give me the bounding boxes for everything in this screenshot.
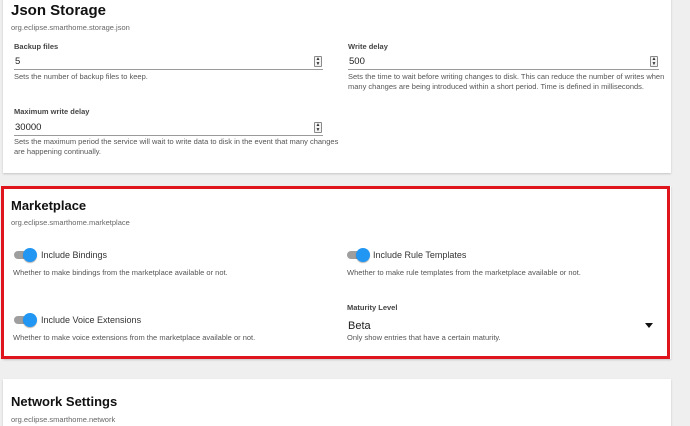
- backup-files-label: Backup files: [14, 42, 59, 51]
- toggle-thumb: [23, 313, 37, 327]
- marketplace-pid: org.eclipse.smarthome.marketplace: [11, 218, 130, 227]
- maturity-level-value: Beta: [348, 320, 371, 332]
- max-write-delay-help: Sets the maximum period the service will…: [14, 137, 338, 157]
- spinner-arrows-icon[interactable]: ▲ ▼: [314, 56, 322, 67]
- include-rule-templates-help: Whether to make rule templates from the …: [347, 268, 581, 277]
- write-delay-value: 500: [349, 56, 365, 67]
- backup-files-value: 5: [15, 56, 21, 67]
- network-settings-pid: org.eclipse.smarthome.network: [11, 415, 116, 424]
- write-delay-help: Sets the time to wait before writing cha…: [348, 72, 664, 92]
- max-write-delay-label: Maximum write delay: [14, 107, 90, 116]
- include-voice-extensions-help: Whether to make voice extensions from th…: [13, 333, 256, 342]
- toggle-thumb: [23, 248, 37, 262]
- marketplace-title: Marketplace: [11, 198, 87, 213]
- network-settings-card: Network Settings org.eclipse.smarthome.n…: [3, 379, 671, 426]
- marketplace-card: Marketplace org.eclipse.smarthome.market…: [3, 186, 671, 359]
- json-storage-pid: org.eclipse.smarthome.storage.json: [11, 23, 130, 32]
- triangle-down-icon: [645, 323, 653, 328]
- include-voice-extensions-toggle[interactable]: [14, 313, 37, 327]
- include-voice-extensions-label: Include Voice Extensions: [41, 315, 142, 325]
- max-write-delay-help-line1: Sets the maximum period the service will…: [14, 137, 339, 146]
- json-storage-title: Json Storage: [11, 2, 107, 19]
- include-bindings-label: Include Bindings: [41, 250, 108, 260]
- json-storage-card: Json Storage org.eclipse.smarthome.stora…: [3, 0, 671, 173]
- write-delay-input[interactable]: 500 ▲ ▼: [348, 54, 659, 70]
- maturity-level-help: Only show entries that have a certain ma…: [347, 333, 501, 342]
- max-write-delay-input[interactable]: 30000 ▲ ▼: [14, 120, 323, 136]
- include-rule-templates-label: Include Rule Templates: [373, 250, 467, 260]
- spinner-arrows-icon[interactable]: ▲ ▼: [314, 122, 322, 133]
- include-bindings-toggle[interactable]: [14, 248, 37, 262]
- toggle-thumb: [356, 248, 370, 262]
- maturity-level-label: Maturity Level: [347, 303, 398, 312]
- write-delay-help-line1: Sets the time to wait before writing cha…: [348, 72, 665, 81]
- write-delay-help-line2: many changes are being introduced within…: [348, 82, 644, 91]
- max-write-delay-value: 30000: [15, 122, 42, 133]
- max-write-delay-help-line2: are happening continually.: [14, 147, 102, 156]
- write-delay-label: Write delay: [348, 42, 388, 51]
- backup-files-help: Sets the number of backup files to keep.: [14, 72, 148, 81]
- include-bindings-help: Whether to make bindings from the market…: [13, 268, 228, 277]
- spinner-arrows-icon[interactable]: ▲ ▼: [650, 56, 658, 67]
- network-settings-title: Network Settings: [11, 394, 118, 409]
- backup-files-input[interactable]: 5 ▲ ▼: [14, 54, 323, 70]
- include-rule-templates-toggle[interactable]: [347, 248, 370, 262]
